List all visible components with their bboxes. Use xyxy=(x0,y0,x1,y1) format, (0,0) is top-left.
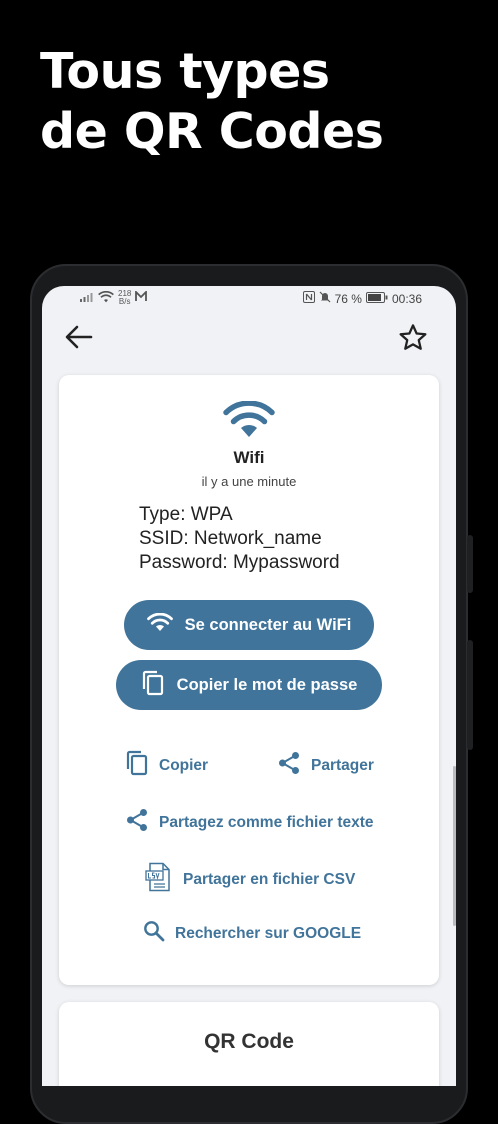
detail-type: Type: WPA xyxy=(139,504,233,525)
share-icon xyxy=(125,808,149,837)
power-button xyxy=(467,640,473,750)
promo-line-1: Tous types xyxy=(40,43,330,100)
battery-percent: 76 % xyxy=(334,291,362,306)
copy-action[interactable]: Copier xyxy=(125,750,208,781)
share-text-file-action[interactable]: Partagez comme fichier texte xyxy=(125,808,374,837)
copy-icon xyxy=(125,750,149,781)
status-bar: 218 B/s 76 % 00:36 xyxy=(42,286,456,312)
clock: 00:36 xyxy=(391,291,422,306)
copy-icon xyxy=(141,670,165,701)
network-speed: 218 B/s xyxy=(118,290,131,306)
scrollbar[interactable] xyxy=(453,766,456,926)
qr-code-card: QR Code xyxy=(59,1002,439,1086)
connect-wifi-button[interactable]: Se connecter au WiFi xyxy=(124,600,374,650)
notification-m-icon xyxy=(135,289,148,305)
favorite-button[interactable] xyxy=(396,322,430,356)
detail-ssid: SSID: Network_name xyxy=(139,528,322,549)
share-csv-label: Partager en fichier CSV xyxy=(183,870,356,888)
detail-password: Password: Mypassword xyxy=(139,552,340,573)
search-icon xyxy=(143,920,165,947)
promo-line-2: de QR Codes xyxy=(40,103,384,160)
nfc-icon xyxy=(302,291,315,306)
wifi-icon xyxy=(146,612,173,637)
copy-label: Copier xyxy=(159,756,209,774)
signal-icon xyxy=(80,291,94,305)
result-timestamp: il y a une minute xyxy=(201,474,297,489)
app-bar xyxy=(42,316,456,360)
qr-code-title: QR Code xyxy=(204,1030,294,1053)
share-label: Partager xyxy=(311,756,374,774)
csv-file-icon xyxy=(145,862,173,897)
share-action[interactable]: Partager xyxy=(277,751,374,780)
star-outline-icon xyxy=(398,323,428,356)
wifi-status-icon xyxy=(98,290,114,306)
copy-password-label: Copier le mot de passe xyxy=(176,675,358,694)
share-csv-action[interactable]: Partager en fichier CSV xyxy=(145,862,355,897)
result-card: Wifi il y a une minute Type: WPA SSID: N… xyxy=(59,375,439,985)
copy-password-button[interactable]: Copier le mot de passe xyxy=(116,660,382,710)
wifi-details: Type: WPA SSID: Network_name Password: M… xyxy=(139,503,340,575)
battery-icon xyxy=(365,291,388,306)
mute-icon xyxy=(319,291,331,306)
search-google-action[interactable]: Rechercher sur GOOGLE xyxy=(143,920,361,947)
wifi-icon xyxy=(223,400,275,443)
phone-screen: 218 B/s 76 % 00:36 Wifi il y a une minut… xyxy=(42,286,456,1086)
arrow-left-icon xyxy=(65,325,93,353)
network-speed-unit: B/s xyxy=(118,297,131,306)
volume-button xyxy=(467,535,473,593)
result-type-title: Wifi xyxy=(233,448,265,467)
back-button[interactable] xyxy=(62,322,96,356)
share-text-file-label: Partagez comme fichier texte xyxy=(159,813,374,831)
search-google-label: Rechercher sur GOOGLE xyxy=(175,924,362,942)
connect-wifi-label: Se connecter au WiFi xyxy=(184,615,352,634)
share-icon xyxy=(277,751,301,780)
promo-headline: Tous types de QR Codes xyxy=(40,42,384,162)
